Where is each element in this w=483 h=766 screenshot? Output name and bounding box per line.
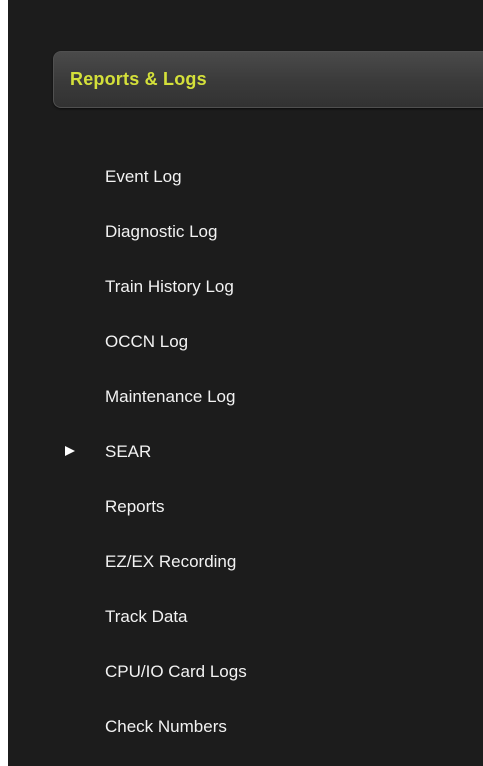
- menu-item-label: OCCN Log: [105, 332, 189, 351]
- menu-item-ez-ex-recording[interactable]: EZ/EX Recording: [8, 539, 483, 594]
- menu-item-label: EZ/EX Recording: [105, 552, 237, 571]
- menu-item-label: Train History Log: [105, 277, 234, 296]
- menu-item-label: Check Numbers: [105, 717, 227, 736]
- play-arrow-icon: [65, 446, 75, 456]
- menu-item-train-history-log[interactable]: Train History Log: [8, 264, 483, 319]
- menu-item-event-log[interactable]: Event Log: [8, 154, 483, 209]
- section-title: Reports & Logs: [70, 69, 207, 89]
- menu-item-label: Diagnostic Log: [105, 222, 218, 241]
- menu-item-label: CPU/IO Card Logs: [105, 662, 247, 681]
- reports-logs-panel: Reports & Logs Event Log Diagnostic Log …: [8, 0, 483, 766]
- menu-item-diagnostic-log[interactable]: Diagnostic Log: [8, 209, 483, 264]
- menu-item-maintenance-log[interactable]: Maintenance Log: [8, 374, 483, 429]
- menu-item-label: Reports: [105, 497, 165, 516]
- menu-item-reports[interactable]: Reports: [8, 484, 483, 539]
- section-header[interactable]: Reports & Logs: [53, 51, 483, 108]
- menu-item-check-numbers[interactable]: Check Numbers: [8, 704, 483, 759]
- menu-item-label: Track Data: [105, 607, 188, 626]
- menu-item-cpu-io-card-logs[interactable]: CPU/IO Card Logs: [8, 649, 483, 704]
- menu-item-label: Event Log: [105, 167, 182, 186]
- menu-item-label: SEAR: [105, 442, 152, 461]
- menu-item-track-data[interactable]: Track Data: [8, 594, 483, 649]
- menu-list: Event Log Diagnostic Log Train History L…: [8, 154, 483, 759]
- menu-item-label: Maintenance Log: [105, 387, 236, 406]
- menu-item-sear[interactable]: SEAR: [8, 429, 483, 484]
- menu-item-occn-log[interactable]: OCCN Log: [8, 319, 483, 374]
